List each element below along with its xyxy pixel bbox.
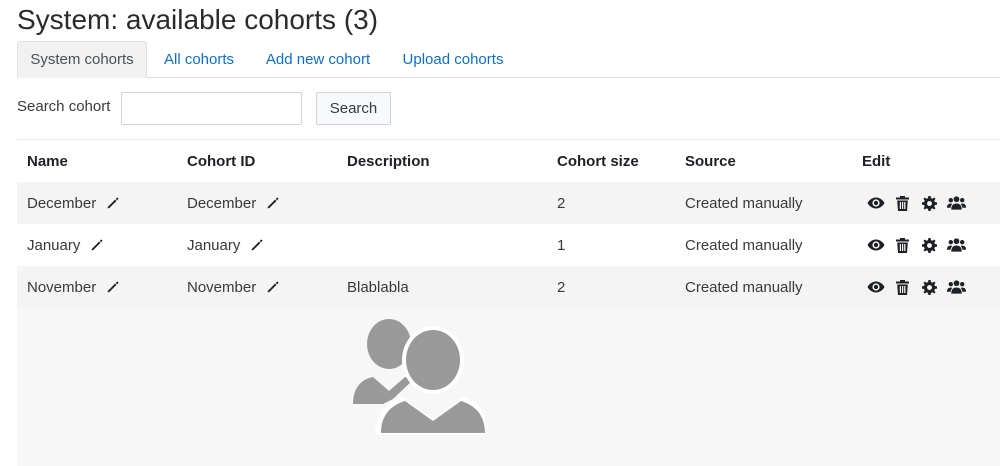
search-input[interactable] — [121, 92, 302, 125]
cohort-name: January — [27, 237, 81, 254]
eye-icon[interactable] — [866, 194, 885, 212]
table-header: Name Cohort ID Description Cohort size S… — [17, 139, 1000, 184]
table-row: November November Blablabla 2 Created ma… — [17, 266, 1000, 308]
trash-icon[interactable] — [893, 194, 912, 212]
cell-cohort-id: November — [187, 279, 280, 296]
cell-name: November — [27, 279, 120, 296]
gear-icon[interactable] — [920, 236, 939, 254]
cell-source: Created manually — [685, 237, 803, 254]
search-button[interactable]: Search — [316, 92, 391, 125]
row-actions — [866, 236, 966, 254]
trash-icon[interactable] — [893, 236, 912, 254]
eye-icon[interactable] — [866, 278, 885, 296]
cohort-id: January — [187, 237, 241, 254]
cohort-name: November — [27, 279, 97, 296]
row-actions — [866, 278, 966, 296]
users-icon[interactable] — [947, 236, 966, 254]
header-cohort-size: Cohort size — [557, 153, 639, 170]
cohort-id: November — [187, 279, 257, 296]
cell-cohort-id: December — [187, 195, 280, 212]
eye-icon[interactable] — [866, 236, 885, 254]
tab-upload-cohorts[interactable]: Upload cohorts — [395, 41, 511, 77]
users-illustration-icon — [353, 319, 485, 435]
cell-name: January — [27, 237, 104, 254]
tab-all-cohorts[interactable]: All cohorts — [157, 41, 241, 77]
cell-name: December — [27, 195, 120, 212]
pencil-icon[interactable] — [106, 280, 120, 294]
table-row: December December 2 Created manually — [17, 182, 1000, 225]
header-cohort-id: Cohort ID — [187, 153, 256, 170]
cell-cohort-id: January — [187, 237, 264, 254]
users-icon[interactable] — [947, 194, 966, 212]
cohorts-table: Name Cohort ID Description Cohort size S… — [17, 139, 1000, 466]
tab-bar: System cohorts All cohorts Add new cohor… — [17, 41, 1000, 78]
header-name: Name — [27, 153, 68, 170]
trash-icon[interactable] — [893, 278, 912, 296]
cell-size: 2 — [557, 195, 566, 212]
pencil-icon[interactable] — [90, 238, 104, 252]
cell-description: Blablabla — [347, 279, 409, 296]
pencil-icon[interactable] — [250, 238, 264, 252]
cell-source: Created manually — [685, 279, 803, 296]
header-description: Description — [347, 153, 430, 170]
table-row: January January 1 Created manually — [17, 224, 1000, 267]
pencil-icon[interactable] — [106, 196, 120, 210]
cohort-id: December — [187, 195, 257, 212]
page-title: System: available cohorts (3) — [17, 4, 379, 35]
cell-size: 1 — [557, 237, 566, 254]
pencil-icon[interactable] — [266, 196, 280, 210]
users-icon[interactable] — [947, 278, 966, 296]
gear-icon[interactable] — [920, 278, 939, 296]
tab-add-new-cohort[interactable]: Add new cohort — [257, 41, 379, 77]
cohort-name: December — [27, 195, 97, 212]
row-actions — [866, 194, 966, 212]
gear-icon[interactable] — [920, 194, 939, 212]
tab-system-cohorts[interactable]: System cohorts — [17, 41, 147, 78]
header-edit: Edit — [862, 153, 891, 170]
header-source: Source — [685, 153, 736, 170]
search-label: Search cohort — [17, 98, 111, 115]
pencil-icon[interactable] — [266, 280, 280, 294]
cell-source: Created manually — [685, 195, 803, 212]
cell-size: 2 — [557, 279, 566, 296]
